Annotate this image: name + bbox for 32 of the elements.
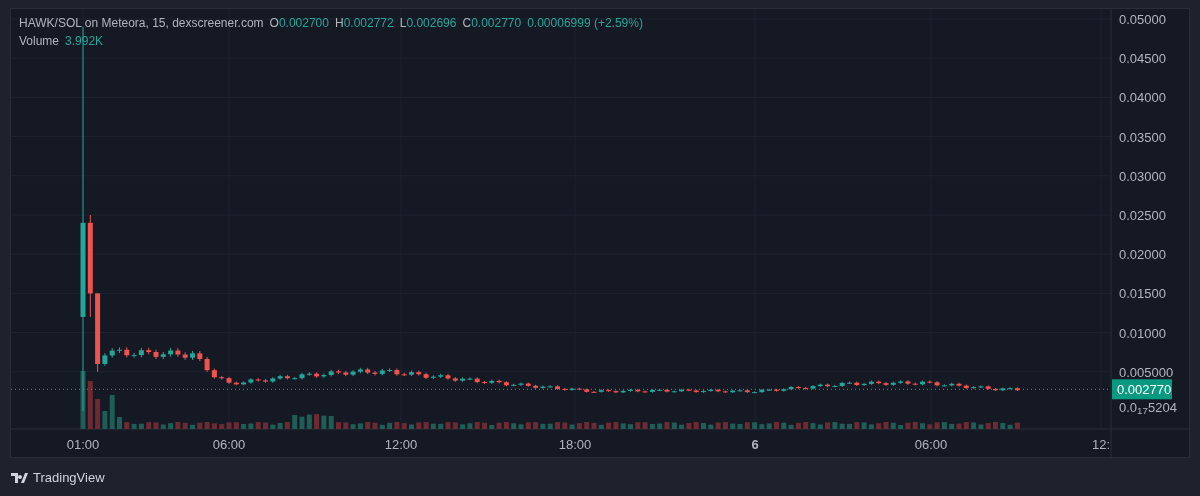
time-axis-label: 06:00 [914,437,948,452]
time-axis-label: 06:00 [212,437,246,452]
price-axis-label: 0.01500 [1119,286,1166,302]
ohlc-label: H [334,15,344,31]
price-axis-label: 0.01000 [1119,325,1166,341]
chart-title: HAWK/SOL on Meteora, 15, dexscreener.com [19,15,264,31]
ohlc-label: O [269,15,279,31]
ohlc-value: 0.002700 [278,15,329,31]
brand-name: TradingView [33,469,105,487]
price-axis-label: 0.0$_{17}$5204 [1119,400,1177,416]
ohlc-value: 0.002772 [343,15,394,31]
ohlc-value: 0.002770 [471,15,522,31]
price-change: 0.00006999 (+2.59%) [527,15,643,31]
time-axis-label: 18:00 [558,437,592,452]
price-axis-label: 0.03500 [1119,129,1166,145]
price-axis-label: 0.03000 [1119,168,1166,184]
price-axis-label: 0.05000 [1119,12,1166,27]
ohlc-label: C [462,15,472,31]
price-axis-label: 0.04500 [1119,51,1166,67]
time-axis-label: 12: [1091,437,1111,452]
price-axis-label: 0.005000 [1119,364,1174,380]
time-axis-label: 01:00 [66,437,100,452]
price-axis-label: 0.02500 [1119,208,1166,223]
price-axis-label: 0.02000 [1119,247,1166,263]
volume-label: Volume [19,33,60,49]
current-price-label: 0.002770 [1112,379,1172,400]
time-axis-label: 6 [751,437,759,452]
time-axis-label: 12:00 [384,437,418,452]
ohlc-label: L [399,15,407,31]
price-axis-label: 0.04000 [1119,90,1166,106]
ohlc-value: 0.002696 [406,15,457,31]
volume-value: 3.992K [65,33,104,49]
